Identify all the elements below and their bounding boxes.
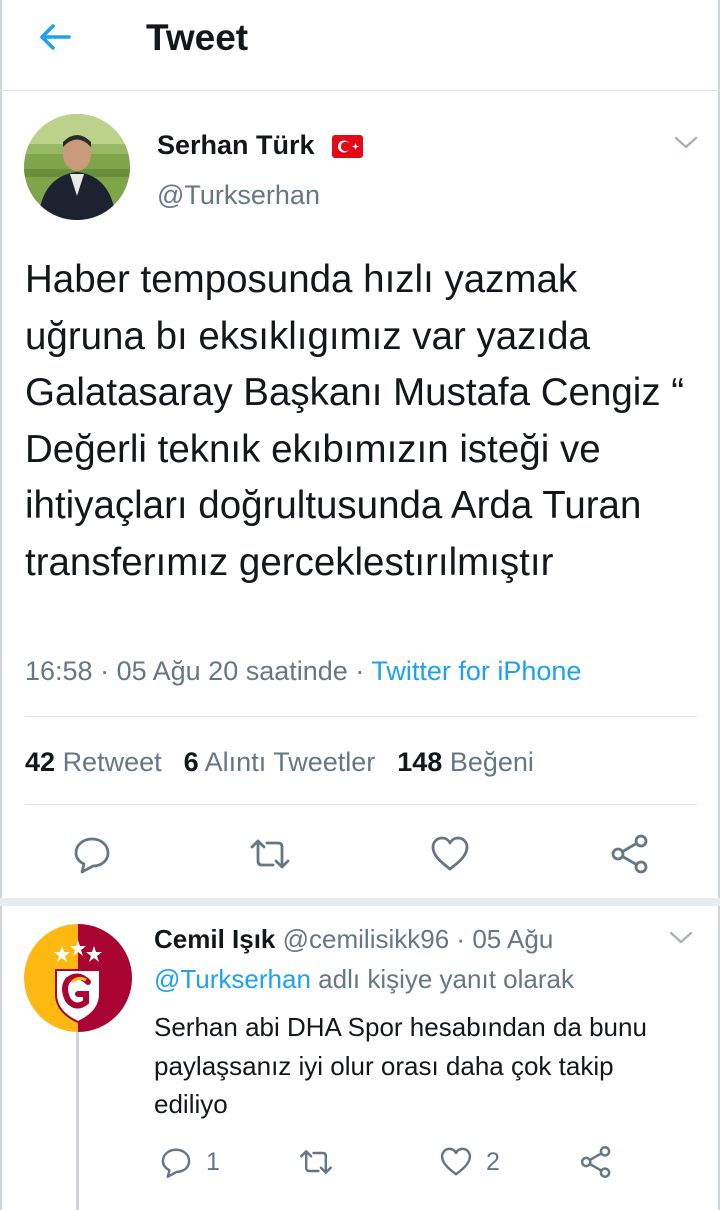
page-title: Tweet [146,17,249,58]
quotes-stat[interactable]: 6 Alıntı Tweetler [184,747,398,777]
likes-stat[interactable]: 148 Beğeni [397,747,556,777]
reply-share-button[interactable] [578,1142,614,1182]
like-count: 148 [397,747,443,777]
reply-author-handle[interactable]: @cemilisikk96 [283,924,450,954]
heart-icon [440,1147,472,1176]
reply-mention-link[interactable]: @Turkserhan [154,964,311,994]
meta-separator: · [355,656,372,686]
reply-menu-button[interactable] [666,926,696,948]
window-border-left [0,0,2,1210]
tweet-source-link[interactable]: Twitter for iPhone [371,656,581,686]
quote-count: 6 [183,747,199,777]
reply-text: Serhan abi DHA Spor hesabından da bunu p… [154,1012,647,1119]
like-button[interactable] [428,832,472,876]
reply-comment-count: 1 [206,1147,220,1176]
divider [25,804,697,805]
reply-avatar[interactable] [24,924,132,1032]
heart-icon [431,836,469,871]
tweet-time: 16:58 [25,656,93,686]
author-handle[interactable]: @Turkserhan [157,178,320,212]
share-icon [580,1146,611,1178]
meta-separator: · [456,924,466,954]
tweet-text: Haber temposunda hızlı yazmak uğruna bı … [25,258,685,584]
back-button[interactable] [36,18,76,58]
reply-comment-button[interactable]: 1 [158,1142,220,1182]
reply-context-text: adlı kişiye yanıt olarak [318,964,574,994]
retweet-count: 42 [25,747,56,777]
quote-label: Alıntı Tweetler [204,747,376,777]
reply-retweet-button[interactable] [298,1142,334,1182]
reply-header: Cemil Işık @cemilisikk96 · 05 Ağu [154,922,553,956]
thread-line [76,1032,79,1210]
galatasaray-logo-icon [24,924,132,1032]
share-icon [611,834,648,874]
tweet-date: 05 Ağu 20 saatinde [116,656,348,686]
chevron-down-icon [674,136,698,149]
tweet-meta: 16:58 · 05 Ağu 20 saatinde · Twitter for… [25,653,581,689]
retweet-label: Retweet [62,747,162,777]
avatar[interactable] [24,114,130,220]
retweet-icon [300,1150,332,1174]
retweet-button[interactable] [248,832,292,876]
retweet-icon [250,839,290,869]
comment-icon [161,1148,191,1178]
reply-like-button[interactable]: 2 [438,1142,500,1182]
tweet-stats: 42 Retweet 6 Alıntı Tweetler 148 Beğeni [25,744,556,780]
reply-context: @Turkserhan adlı kişiye yanıt olarak [154,962,574,996]
like-label: Beğeni [449,747,534,777]
chevron-down-icon [669,931,693,944]
turkey-flag-icon [332,135,363,158]
comment-icon [74,837,110,874]
reply-date: 05 Ağu [472,924,554,954]
meta-separator: · [100,656,117,686]
top-bar: Tweet [0,0,720,91]
section-separator [0,898,720,906]
arrow-left-icon [40,24,71,50]
reply-button[interactable] [70,832,114,876]
profile-photo [24,114,130,220]
author-name[interactable]: Serhan Türk [157,128,315,162]
retweets-stat[interactable]: 42 Retweet [25,747,184,777]
divider [25,716,697,717]
reply-like-count: 2 [486,1147,500,1176]
reply-author-name[interactable]: Cemil Işık [154,924,275,954]
share-button[interactable] [608,832,652,876]
tweet-menu-button[interactable] [670,130,702,154]
